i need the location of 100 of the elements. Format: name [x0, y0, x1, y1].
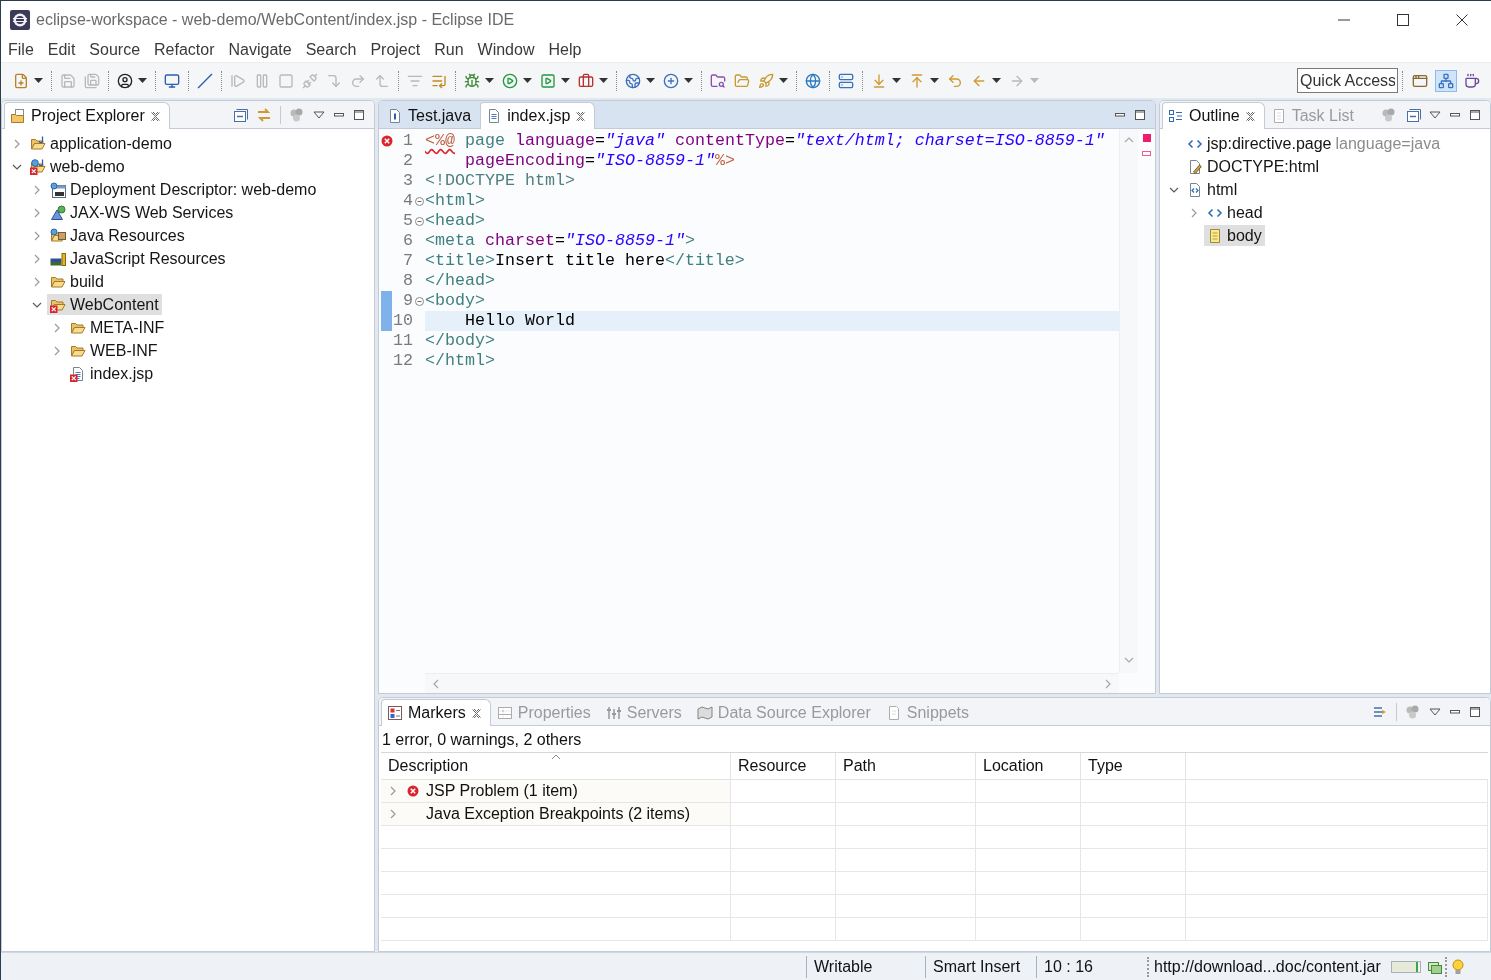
tab[interactable]: index.jsp — [480, 102, 596, 129]
tab[interactable]: Test.java — [381, 102, 481, 129]
tree-item[interactable]: web-demo — [27, 156, 128, 177]
column-header[interactable]: Location — [976, 753, 1081, 780]
column-header[interactable]: Path — [836, 753, 976, 780]
circles-icon[interactable] — [289, 106, 305, 123]
tree-item[interactable]: jsp:directive.page language=java — [1184, 133, 1444, 154]
close-tab-icon[interactable] — [149, 110, 161, 122]
fold-toggle-icon[interactable] — [414, 216, 424, 226]
rocket-icon[interactable] — [758, 72, 774, 89]
menu-item[interactable]: Project — [370, 41, 421, 59]
tree-item[interactable]: head — [1204, 202, 1266, 223]
line-number: 5 — [403, 211, 413, 231]
tree-item[interactable]: WEB-INF — [67, 340, 161, 361]
dropdown-caret-icon[interactable] — [561, 78, 570, 83]
maximize-icon[interactable] — [1469, 705, 1481, 718]
play-square-icon[interactable] — [540, 72, 556, 89]
tree-item[interactable]: html — [1184, 179, 1241, 200]
scroll-down-icon[interactable] — [1124, 655, 1134, 665]
close-tab-icon[interactable] — [470, 707, 482, 719]
dropdown-caret-icon[interactable] — [34, 78, 43, 83]
quick-access-field[interactable]: Quick Access — [1297, 68, 1398, 93]
close-tab-icon[interactable] — [1244, 110, 1256, 122]
collapse-all-icon[interactable] — [232, 106, 248, 123]
menu-item[interactable]: Refactor — [154, 41, 215, 59]
scroll-left-icon[interactable] — [431, 678, 441, 689]
dropdown-caret-icon[interactable] — [646, 78, 655, 83]
tree-item[interactable]: WebContent — [47, 294, 162, 315]
play-circle-icon[interactable] — [502, 72, 518, 89]
line-number: 3 — [403, 171, 413, 191]
maximize-icon[interactable] — [1134, 108, 1146, 121]
horizontal-scrollbar[interactable] — [425, 673, 1119, 693]
dropdown-caret-icon[interactable] — [684, 78, 693, 83]
column-header[interactable]: Type — [1081, 753, 1186, 780]
maximize-icon[interactable] — [1469, 108, 1481, 121]
lightbulb-icon[interactable] — [1451, 958, 1464, 975]
scroll-up-icon[interactable] — [1124, 135, 1134, 145]
tree-item[interactable]: body — [1204, 225, 1265, 246]
arrow-up-to-line-icon[interactable] — [909, 72, 925, 89]
new-file-icon[interactable] — [13, 72, 29, 89]
scroll-right-icon[interactable] — [1103, 678, 1113, 689]
menu-item[interactable]: Navigate — [228, 41, 292, 59]
person-icon[interactable] — [117, 72, 133, 89]
tree-item[interactable]: build — [47, 271, 107, 292]
folder-icon[interactable] — [734, 72, 750, 89]
fold-toggle-icon[interactable] — [414, 196, 424, 206]
perspective-button[interactable] — [1435, 69, 1457, 92]
tab[interactable]: Markers — [381, 699, 491, 726]
maximize-icon[interactable] — [353, 108, 365, 121]
briefcase-icon[interactable] — [578, 72, 594, 89]
menu-item[interactable]: Help — [548, 41, 582, 59]
dropdown-caret-icon[interactable] — [599, 78, 608, 83]
tab[interactable]: Project Explorer — [4, 102, 170, 129]
swap-arrows-icon[interactable] — [256, 106, 272, 123]
dropdown-caret-icon[interactable] — [992, 78, 1001, 83]
collapse-all-icon[interactable] — [1405, 106, 1421, 123]
close-tab-icon[interactable] — [575, 110, 587, 122]
tree-item[interactable]: JAX-WS Web Services — [47, 202, 237, 223]
line-number: 12 — [393, 351, 413, 371]
tree-item[interactable]: JavaScript Resources — [47, 248, 229, 269]
dropdown-caret-icon[interactable] — [779, 78, 788, 83]
arrow-down-to-line-icon[interactable] — [871, 72, 887, 89]
menu-item[interactable]: Window — [477, 41, 535, 59]
tree-item[interactable]: META-INF — [67, 317, 168, 338]
fold-toggle-icon[interactable] — [414, 296, 424, 306]
tree-item[interactable]: Deployment Descriptor: web-demo — [47, 179, 320, 200]
bug-icon[interactable] — [464, 72, 480, 89]
circles-icon[interactable] — [1381, 106, 1397, 123]
folder-search-icon[interactable] — [710, 72, 726, 89]
earth-icon[interactable] — [625, 72, 641, 89]
dropdown-caret-icon[interactable] — [523, 78, 532, 83]
menu-item[interactable]: Run — [434, 41, 464, 59]
marker-list-icon — [387, 705, 403, 721]
column-header[interactable]: Resource — [731, 753, 836, 780]
app-logo-icon — [10, 9, 30, 30]
view-menu-icon[interactable] — [1429, 706, 1441, 717]
globe-icon[interactable] — [805, 72, 821, 89]
slash-icon[interactable] — [197, 72, 213, 89]
undo-arrow-icon[interactable] — [947, 72, 963, 89]
plus-circle-icon[interactable] — [663, 72, 679, 89]
view-menu-icon[interactable] — [1429, 109, 1441, 120]
menu-item[interactable]: Search — [305, 41, 357, 59]
menu-item[interactable]: File — [8, 41, 34, 59]
dropdown-caret-icon[interactable] — [138, 78, 147, 83]
line-number: 9 — [403, 291, 413, 311]
tab[interactable]: Outline — [1162, 102, 1265, 129]
menu-item[interactable]: Edit — [47, 41, 76, 59]
vertical-scrollbar[interactable] — [1119, 129, 1138, 673]
tree-item[interactable]: DOCTYPE:html — [1184, 156, 1322, 177]
tree-item[interactable]: application-demo — [27, 133, 175, 154]
tree-item[interactable]: index.jsp — [67, 363, 157, 384]
dropdown-caret-icon[interactable] — [892, 78, 901, 83]
circles-icon[interactable] — [1405, 703, 1421, 720]
server-icon[interactable] — [838, 72, 854, 89]
tree-item[interactable]: Java Resources — [47, 225, 188, 246]
dropdown-caret-icon[interactable] — [930, 78, 939, 83]
dropdown-caret-icon[interactable] — [485, 78, 494, 83]
menu-item[interactable]: Source — [89, 41, 141, 59]
view-menu-icon[interactable] — [313, 109, 325, 120]
monitor-icon[interactable] — [164, 72, 180, 89]
